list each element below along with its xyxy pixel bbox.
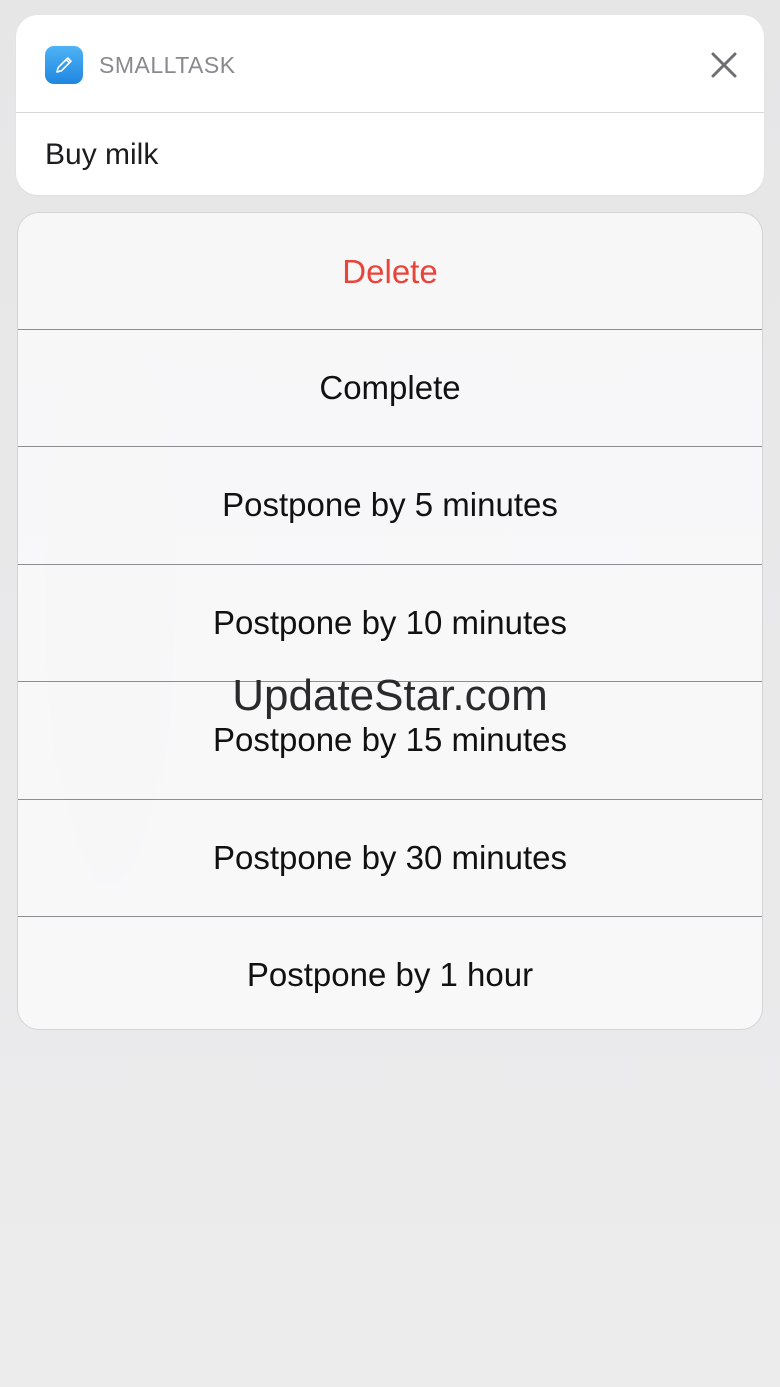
notification-header: SMALLTASK xyxy=(16,15,764,113)
postpone-10-minutes-button[interactable]: Postpone by 10 minutes xyxy=(18,564,762,681)
pencil-icon xyxy=(45,46,83,84)
app-name: SMALLTASK xyxy=(99,52,236,78)
close-icon xyxy=(711,52,737,78)
delete-action-button[interactable]: Delete xyxy=(18,213,762,330)
postpone-30-minutes-button[interactable]: Postpone by 30 minutes xyxy=(18,799,762,916)
postpone-5-minutes-button[interactable]: Postpone by 5 minutes xyxy=(18,446,762,563)
postpone-1-hour-button[interactable]: Postpone by 1 hour xyxy=(18,916,762,1029)
postpone-15-minutes-button[interactable]: Postpone by 15 minutes xyxy=(18,681,762,798)
pencil-icon-glyph xyxy=(56,57,72,73)
complete-action-button[interactable]: Complete xyxy=(18,329,762,446)
close-button[interactable] xyxy=(704,45,744,85)
notification-card: SMALLTASK Buy milk xyxy=(16,15,764,195)
notification-body: Buy milk xyxy=(45,138,159,171)
action-sheet: Delete Complete Postpone by 5 minutes Po… xyxy=(17,212,763,1030)
